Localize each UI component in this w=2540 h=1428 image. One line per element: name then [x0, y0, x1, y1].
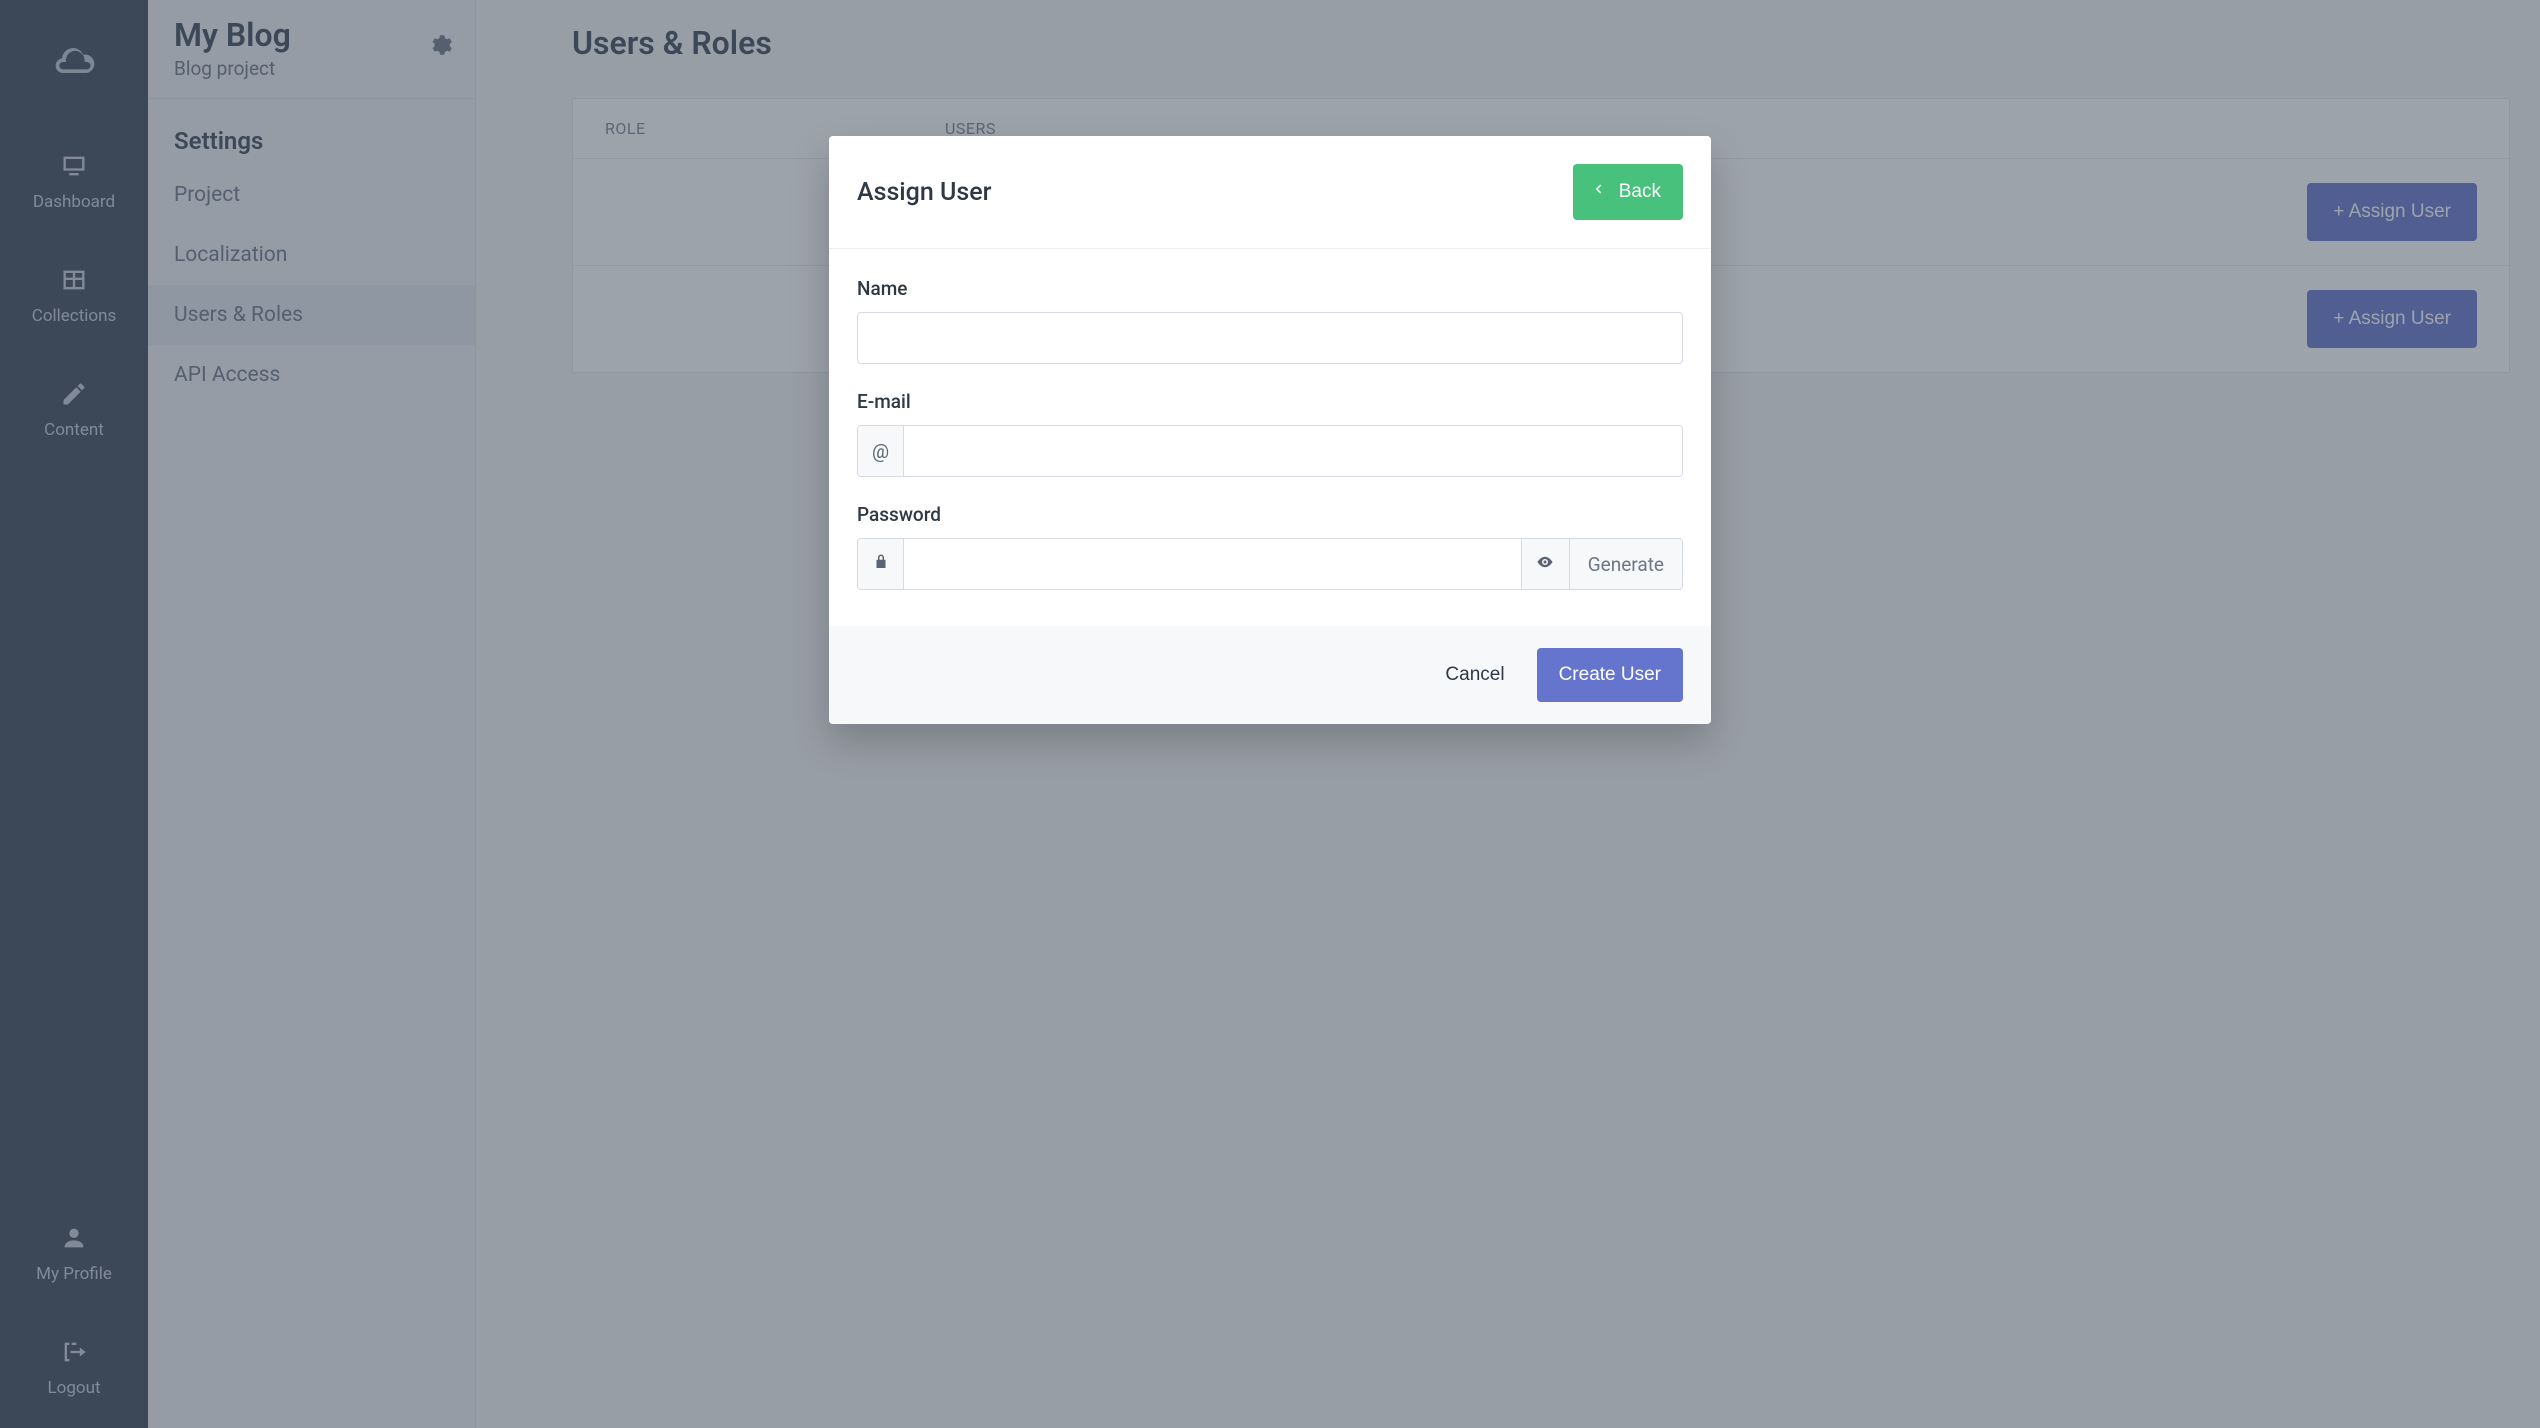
field-label: E-mail — [857, 390, 1683, 413]
field-password: Password Generate — [857, 503, 1683, 590]
email-input[interactable] — [904, 426, 1682, 476]
modal-overlay[interactable]: Assign User Back Name E-mail — [0, 0, 2540, 1428]
modal-footer: Cancel Create User — [829, 626, 1711, 724]
field-name: Name — [857, 277, 1683, 364]
back-button-label: Back — [1619, 181, 1661, 203]
field-label: Password — [857, 503, 1683, 526]
field-label: Name — [857, 277, 1683, 300]
cancel-button[interactable]: Cancel — [1437, 650, 1512, 700]
create-user-button[interactable]: Create User — [1537, 648, 1683, 702]
at-icon: @ — [872, 440, 889, 463]
lock-icon — [872, 553, 890, 576]
app-root: Dashboard Collections Content My Profile — [0, 0, 2540, 1428]
modal-header: Assign User Back — [829, 136, 1711, 249]
modal-title: Assign User — [857, 178, 991, 207]
generate-password-button[interactable]: Generate — [1569, 539, 1682, 589]
field-email: E-mail @ — [857, 390, 1683, 477]
eye-icon — [1536, 553, 1554, 576]
at-sign-addon: @ — [858, 426, 904, 476]
password-input[interactable] — [904, 539, 1521, 589]
assign-user-modal: Assign User Back Name E-mail — [829, 136, 1711, 724]
toggle-password-visibility[interactable] — [1521, 539, 1569, 589]
password-input-group: Generate — [857, 538, 1683, 590]
modal-body: Name E-mail @ Password — [829, 249, 1711, 626]
back-button[interactable]: Back — [1573, 164, 1683, 220]
lock-addon — [858, 539, 904, 589]
chevron-left-icon — [1589, 180, 1607, 204]
name-input[interactable] — [857, 312, 1683, 364]
email-input-group: @ — [857, 425, 1683, 477]
